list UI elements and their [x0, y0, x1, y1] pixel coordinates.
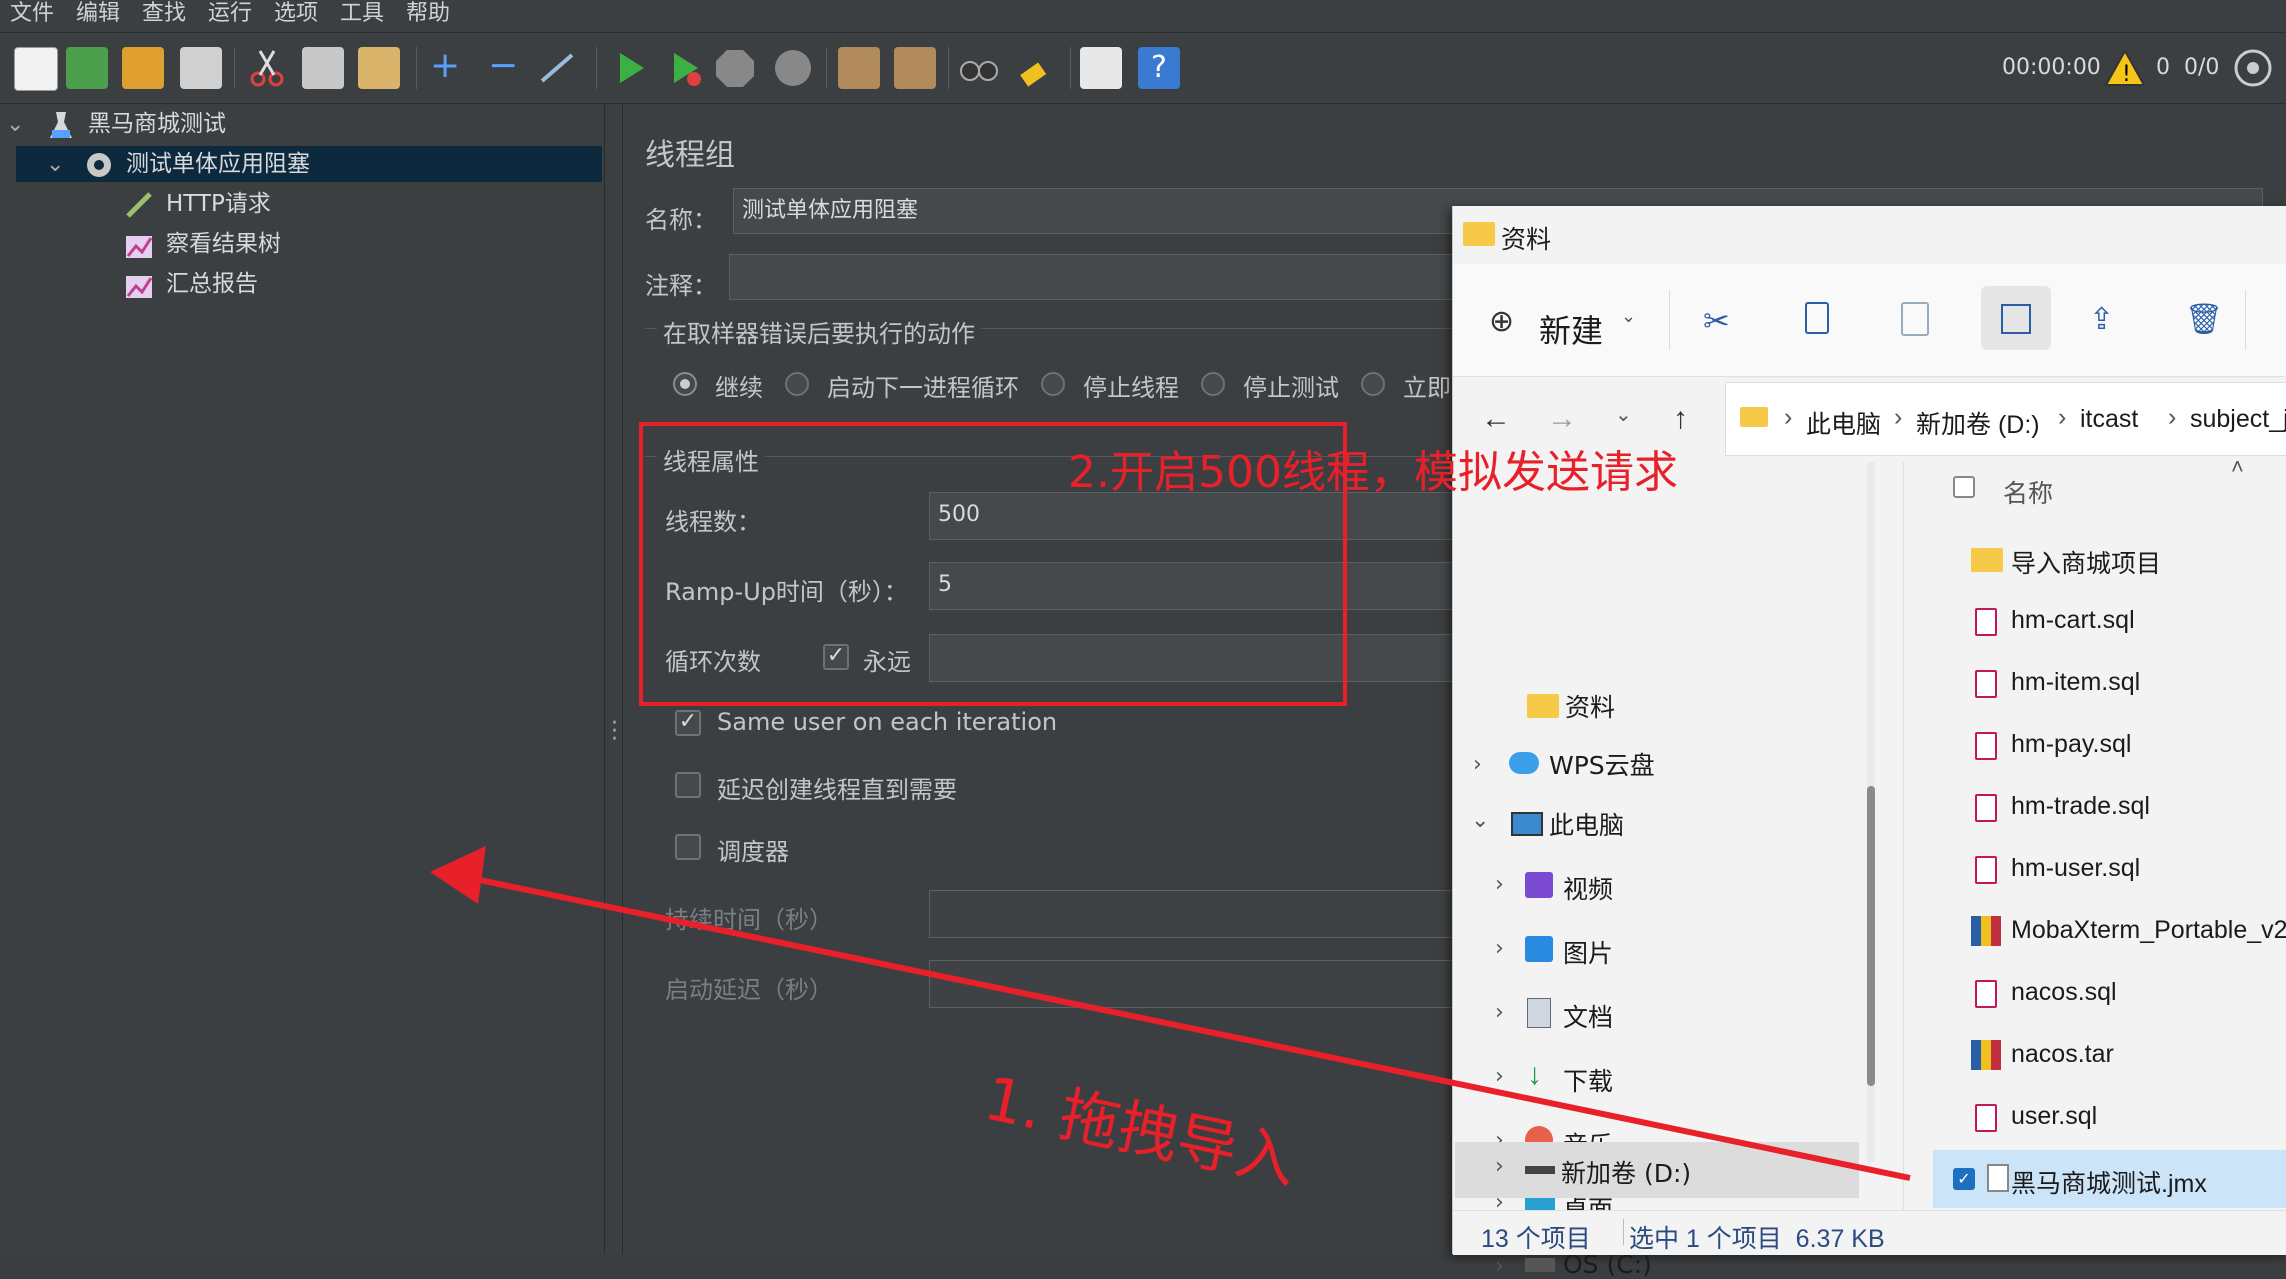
annotation-overlay	[430, 846, 1911, 1181]
drive-icon	[1525, 1258, 1555, 1272]
annotation-step2: 2.开启500线程，模拟发送请求	[1068, 447, 1678, 498]
drag-arrow-head	[430, 846, 486, 904]
